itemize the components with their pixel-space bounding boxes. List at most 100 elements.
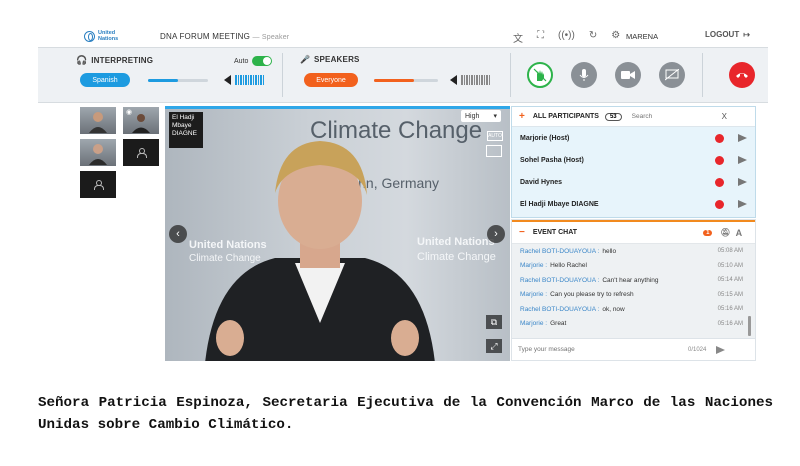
speakers-level-fill bbox=[374, 79, 414, 82]
participant-actions bbox=[715, 133, 747, 143]
phone-hangup-icon bbox=[736, 73, 748, 78]
broadcast-icon[interactable] bbox=[715, 177, 724, 187]
headphones-icon: 🎧 bbox=[76, 55, 88, 65]
participant-thumbnail[interactable] bbox=[123, 139, 159, 166]
participant-actions bbox=[715, 199, 747, 209]
microphone-button[interactable] bbox=[571, 62, 597, 88]
interpreting-header: 🎧 INTERPRETING bbox=[76, 55, 153, 66]
collapse-plus-icon[interactable]: + bbox=[519, 111, 525, 122]
close-icon[interactable]: X bbox=[722, 112, 727, 121]
participant-photo bbox=[89, 143, 107, 165]
quality-value: High bbox=[465, 112, 480, 120]
broadcast-icon[interactable] bbox=[715, 133, 724, 143]
mute-notifications-icon[interactable]: 🔕︎ bbox=[720, 228, 730, 237]
speaker-name-tag: El Hadji Mbaye DIAGNE bbox=[169, 112, 203, 148]
participant-thumbnail[interactable]: ◉ bbox=[123, 107, 159, 134]
chat-text: Hello Rachel bbox=[550, 262, 587, 270]
send-icon[interactable] bbox=[738, 200, 747, 208]
participant-row[interactable]: El Hadji Mbaye DIAGNE bbox=[512, 193, 755, 215]
chat-input-bar: 0/1024 bbox=[512, 338, 755, 360]
logout-button[interactable]: LOGOUT ↦ bbox=[705, 30, 750, 39]
chat-panel: − EVENT CHAT 1 🔕︎ A Rachel BOTI-DOUAYOUA… bbox=[511, 219, 756, 361]
fullscreen-icon[interactable]: ⛶ bbox=[537, 30, 544, 45]
un-logo-text: United Nations bbox=[98, 30, 119, 42]
gear-icon[interactable]: ⚙ bbox=[611, 30, 620, 45]
username: MARENA bbox=[626, 32, 659, 41]
participant-name: David Hynes bbox=[520, 178, 563, 186]
participant-name: El Hadji Mbaye DIAGNE bbox=[520, 200, 599, 208]
unread-badge: 1 bbox=[703, 229, 713, 236]
camera-button[interactable] bbox=[615, 62, 641, 88]
interpreting-label: INTERPRETING bbox=[91, 56, 154, 65]
camera-icon bbox=[621, 71, 635, 79]
expand-icon[interactable]: ⤢ bbox=[486, 339, 502, 353]
picture-in-picture-icon[interactable]: ⧉ bbox=[486, 315, 502, 329]
speakers-label: SPEAKERS bbox=[313, 55, 360, 64]
participant-thumbnail[interactable] bbox=[80, 107, 116, 134]
participant-thumbnail[interactable] bbox=[80, 139, 116, 166]
chat-message: Marjorie : Hello Rachel 05:10 AM bbox=[512, 259, 755, 274]
participant-row[interactable]: Sohel Pasha (Host) bbox=[512, 149, 755, 171]
volume-meter bbox=[461, 75, 490, 85]
participant-row[interactable]: David Hynes bbox=[512, 171, 755, 193]
chat-message-input[interactable] bbox=[518, 346, 688, 353]
broadcast-icon[interactable] bbox=[715, 155, 724, 165]
top-bar: United Nations DNA FORUM MEETING — Speak… bbox=[38, 26, 768, 46]
participant-thumbnail[interactable] bbox=[80, 171, 116, 198]
send-icon[interactable] bbox=[738, 178, 747, 186]
chat-text: ok, now bbox=[602, 305, 625, 313]
un-logo: United Nations bbox=[84, 30, 124, 42]
interpreting-volume[interactable] bbox=[224, 75, 264, 85]
send-icon[interactable] bbox=[738, 134, 747, 142]
send-icon[interactable] bbox=[738, 156, 747, 164]
auto-quality-icon[interactable]: AUTO bbox=[487, 131, 503, 141]
participants-header: + ALL PARTICIPANTS 53 X bbox=[512, 107, 755, 127]
volume-icon bbox=[450, 75, 457, 85]
hand-icon bbox=[533, 68, 547, 82]
broadcast-icon[interactable] bbox=[715, 199, 724, 209]
chat-time: 05:16 AM bbox=[717, 320, 743, 327]
speaker-figure bbox=[205, 141, 435, 361]
interpreting-level-slider[interactable] bbox=[148, 79, 208, 82]
layout-icon[interactable] bbox=[486, 145, 502, 157]
user-role: — Speaker bbox=[252, 33, 290, 41]
chat-time: 05:08 AM bbox=[717, 248, 743, 255]
speakers-level-slider[interactable] bbox=[374, 79, 438, 82]
participant-actions bbox=[715, 177, 747, 187]
participant-row[interactable]: Marjorie (Host) bbox=[512, 127, 755, 149]
chat-sender: Rachel BOTI-DOUAYOUA : bbox=[520, 247, 600, 255]
chat-time: 05:10 AM bbox=[717, 262, 743, 269]
quality-select[interactable]: High ▾ bbox=[461, 110, 501, 122]
hang-up-button[interactable] bbox=[729, 62, 755, 88]
refresh-icon[interactable]: ↻ bbox=[589, 30, 597, 45]
speakers-channel-select[interactable]: Everyone bbox=[304, 73, 358, 87]
collapse-minus-icon[interactable]: − bbox=[519, 227, 525, 238]
chat-sender: Marjorie : bbox=[520, 291, 548, 299]
screen-share-off-icon bbox=[665, 69, 679, 81]
translate-icon[interactable]: 文 bbox=[513, 30, 523, 45]
interpreting-language-select[interactable]: Spanish bbox=[80, 73, 130, 87]
interpreting-level-fill bbox=[148, 79, 178, 82]
chat-time: 05:16 AM bbox=[717, 306, 743, 313]
send-icon[interactable] bbox=[716, 345, 726, 354]
chat-scrollbar[interactable] bbox=[748, 316, 751, 336]
broadcast-icon[interactable]: ((•)) bbox=[558, 30, 575, 45]
chat-message: Rachel BOTI-DOUAYOUA : ok, now 05:16 AM bbox=[512, 302, 755, 317]
participant-name: Sohel Pasha (Host) bbox=[520, 156, 584, 164]
raise-hand-button[interactable] bbox=[527, 62, 553, 88]
eye-icon: ◉ bbox=[126, 109, 133, 116]
screen-share-button[interactable] bbox=[659, 62, 685, 88]
auto-toggle[interactable] bbox=[252, 56, 273, 66]
font-size-icon[interactable]: A bbox=[736, 228, 743, 238]
next-video-button[interactable]: › bbox=[487, 225, 505, 243]
chat-time: 05:15 AM bbox=[717, 291, 743, 298]
previous-video-button[interactable]: ‹ bbox=[169, 225, 187, 243]
divider bbox=[702, 53, 703, 97]
chat-message: Marjorie : Great 05:16 AM bbox=[512, 317, 755, 332]
speakers-volume[interactable] bbox=[450, 75, 490, 85]
participant-search-input[interactable] bbox=[631, 113, 712, 120]
chat-text: Great bbox=[550, 320, 567, 328]
main-video[interactable]: Climate Change Bonn, Germany United Nati… bbox=[165, 106, 510, 361]
chat-sender: Rachel BOTI-DOUAYOUA : bbox=[520, 276, 600, 284]
divider bbox=[282, 53, 283, 97]
